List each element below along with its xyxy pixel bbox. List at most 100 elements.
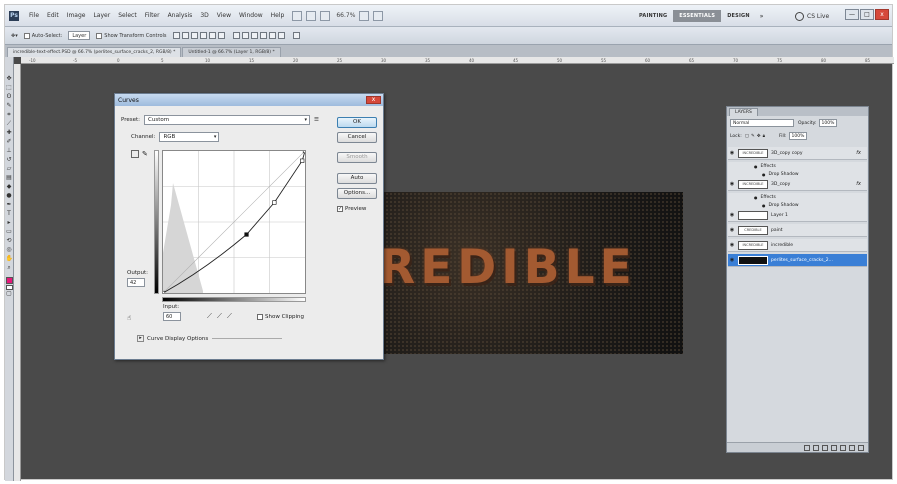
mini-bridge-button[interactable] xyxy=(306,10,317,21)
move-tool-icon[interactable]: ✥▾ xyxy=(11,33,18,39)
eye-icon[interactable]: ◉ xyxy=(728,150,736,156)
auto-select-checkbox[interactable] xyxy=(23,32,30,39)
doc-tab-incredible[interactable]: incredible-text-effect.PSD @ 66.7% (perl… xyxy=(7,47,182,57)
eye-icon[interactable]: ◉ xyxy=(728,257,736,263)
add-mask-icon[interactable] xyxy=(822,444,828,451)
align-right-icon[interactable] xyxy=(217,32,225,39)
menu-filter[interactable]: Filter xyxy=(141,12,164,19)
lock-position-icon[interactable]: ✥ xyxy=(757,134,761,139)
distribute-bottom-icon[interactable] xyxy=(250,32,258,39)
curve-control-point[interactable] xyxy=(300,158,305,163)
blend-mode-dropdown[interactable]: Normal xyxy=(730,119,794,127)
3d-rotate-tool-icon[interactable]: ⟲ xyxy=(6,237,13,244)
trash-icon[interactable] xyxy=(858,444,864,451)
menu-view[interactable]: View xyxy=(213,12,235,19)
shape-tool-icon[interactable]: ▭ xyxy=(6,228,13,235)
blur-tool-icon[interactable]: ◆ xyxy=(6,183,13,190)
gray-point-eyedropper-icon[interactable]: ⟋ xyxy=(217,313,224,320)
curve-display-options-label[interactable]: Curve Display Options xyxy=(147,336,208,342)
dodge-tool-icon[interactable]: ● xyxy=(6,192,13,199)
curves-close-button[interactable]: x xyxy=(366,96,381,104)
menu-file[interactable]: File xyxy=(25,12,43,19)
menu-window[interactable]: Window xyxy=(235,12,267,19)
ruler-left[interactable] xyxy=(14,64,21,481)
path-select-tool-icon[interactable]: ▸ xyxy=(6,219,13,226)
minimize-button[interactable]: — xyxy=(845,9,859,20)
preset-options-icon[interactable]: ☰ xyxy=(314,117,319,123)
link-layers-icon[interactable] xyxy=(804,444,810,451)
marquee-tool-icon[interactable]: ⬚ xyxy=(6,84,13,91)
bridge-button[interactable] xyxy=(292,10,303,21)
lock-all-icon[interactable]: 🔒︎ xyxy=(763,133,765,139)
distribute-hcenter-icon[interactable] xyxy=(268,32,276,39)
curve-control-point[interactable] xyxy=(272,200,277,205)
menu-select[interactable]: Select xyxy=(114,12,141,19)
distribute-left-icon[interactable] xyxy=(259,32,267,39)
clone-stamp-tool-icon[interactable]: ⊥ xyxy=(6,147,13,154)
lock-transparent-icon[interactable]: ▢ xyxy=(745,134,749,139)
black-point-eyedropper-icon[interactable]: ⟋ xyxy=(207,313,214,320)
tab-layers[interactable]: LAYERS xyxy=(729,108,758,116)
chevron-right-icon[interactable]: ▸ xyxy=(137,335,144,342)
align-bottom-icon[interactable] xyxy=(190,32,198,39)
gradient-tool-icon[interactable]: ▤ xyxy=(6,174,13,181)
fill-field[interactable]: 100% xyxy=(788,132,808,140)
brush-tool-icon[interactable]: ✐ xyxy=(6,138,13,145)
layer-row[interactable]: ◉ Layer 1 xyxy=(728,209,867,222)
preset-dropdown[interactable]: Custom ▾ xyxy=(144,115,311,125)
preview-checkbox[interactable]: ✓ xyxy=(337,206,343,212)
layer-fx-badge[interactable]: fx xyxy=(856,150,861,156)
type-tool-icon[interactable]: T xyxy=(6,210,13,217)
new-adjustment-icon[interactable] xyxy=(831,444,837,451)
3d-orbit-tool-icon[interactable]: ◎ xyxy=(6,246,13,253)
curve-control-point[interactable] xyxy=(244,232,249,237)
layer-row[interactable]: ◉ INCREDIBLE incredible xyxy=(728,239,867,252)
workspace-essentials[interactable]: ESSENTIALS xyxy=(673,10,722,22)
layer-drop-shadow-row[interactable]: ● Drop Shadow xyxy=(728,201,867,209)
effect-visibility-icon[interactable]: ● xyxy=(762,172,766,177)
align-vcenter-icon[interactable] xyxy=(181,32,189,39)
eye-icon[interactable]: ◉ xyxy=(728,227,736,233)
layer-row[interactable]: ◉ INCREDIBLE 3D_copy copy fx xyxy=(728,147,867,160)
auto-select-dropdown[interactable]: Layer xyxy=(68,31,91,40)
curves-graph-svg[interactable] xyxy=(163,151,305,293)
show-clipping-checkbox[interactable] xyxy=(257,314,263,320)
align-hcenter-icon[interactable] xyxy=(208,32,216,39)
white-point-eyedropper-icon[interactable]: ⟋ xyxy=(227,313,234,320)
channel-dropdown[interactable]: RGB ▾ xyxy=(159,132,220,142)
auto-align-icon[interactable] xyxy=(292,32,300,39)
eyedropper-tool-icon[interactable]: ⟋ xyxy=(6,120,13,127)
curves-graph[interactable] xyxy=(162,150,306,294)
workspace-design[interactable]: DESIGN xyxy=(721,10,756,22)
layer-row[interactable]: ◉ INCREDIBLE 3D_copy fx xyxy=(728,178,867,191)
show-transform-checkbox[interactable] xyxy=(96,32,103,39)
healing-tool-icon[interactable]: ✚ xyxy=(6,129,13,136)
output-field[interactable]: 42 xyxy=(127,278,145,287)
menu-analysis[interactable]: Analysis xyxy=(164,12,197,19)
ruler-top[interactable]: -10 -5 0 5 10 15 20 25 30 35 40 45 50 55 60 65 70 75 80 85 xyxy=(21,57,894,64)
menu-layer[interactable]: Layer xyxy=(89,12,114,19)
smooth-button[interactable]: Smooth xyxy=(337,152,377,163)
menu-3d[interactable]: 3D xyxy=(196,12,212,19)
curve-edit-points-icon[interactable] xyxy=(131,150,139,158)
distribute-vcenter-icon[interactable] xyxy=(241,32,249,39)
menu-edit[interactable]: Edit xyxy=(43,12,63,19)
auto-button[interactable]: Auto xyxy=(337,173,377,184)
new-group-icon[interactable] xyxy=(840,444,846,451)
doc-tab-untitled[interactable]: Untitled-1 @ 66.7% (Layer 1, RGB/8) * xyxy=(182,47,281,57)
hand-tool-icon[interactable]: ✋ xyxy=(6,255,13,262)
eraser-tool-icon[interactable]: ▱ xyxy=(6,165,13,172)
distribute-right-icon[interactable] xyxy=(277,32,285,39)
lasso-tool-icon[interactable]: ʘ xyxy=(6,93,13,100)
ok-button[interactable]: OK xyxy=(337,117,377,128)
cancel-button[interactable]: Cancel xyxy=(337,132,377,143)
eye-icon[interactable]: ◉ xyxy=(728,242,736,248)
maximize-button[interactable]: □ xyxy=(860,9,874,20)
menu-help[interactable]: Help xyxy=(267,12,289,19)
zoom-tool-icon[interactable]: ⌕ xyxy=(6,264,13,271)
cs-live[interactable]: CS Live xyxy=(795,10,829,22)
workspace-more[interactable]: » xyxy=(756,13,768,20)
pen-tool-icon[interactable]: ✒ xyxy=(6,201,13,208)
arrange-documents-button[interactable] xyxy=(359,10,370,21)
crop-tool-icon[interactable]: ⌗ xyxy=(6,111,13,118)
